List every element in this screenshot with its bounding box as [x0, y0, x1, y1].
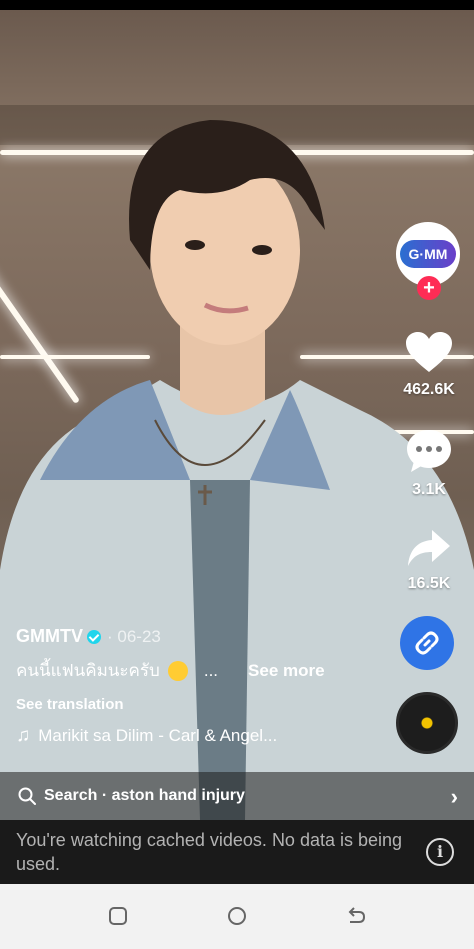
see-translation-link[interactable]: See translation	[16, 696, 386, 713]
music-row[interactable]: ♫ Marikit sa Dilim - Carl & Angel...	[16, 725, 386, 747]
avatar-logo: G·MM	[400, 240, 456, 268]
related-search-bar[interactable]: Search · aston hand injury ›	[0, 772, 474, 820]
share-action[interactable]: 16.5K	[394, 528, 464, 593]
comment-icon	[407, 430, 451, 472]
comment-action[interactable]: 3.1K	[394, 428, 464, 499]
like-action[interactable]: 462.6K	[394, 330, 464, 399]
comment-count: 3.1K	[412, 481, 446, 498]
author-name[interactable]: GMMTV	[16, 626, 83, 647]
share-count: 16.5K	[407, 575, 451, 592]
status-bar	[0, 0, 474, 10]
like-count: 462.6K	[403, 381, 455, 398]
post-date: · 06-23	[107, 626, 161, 646]
verified-icon	[87, 629, 101, 644]
home-icon[interactable]	[225, 904, 249, 928]
share-icon	[408, 530, 450, 566]
music-title: Marikit sa Dilim - Carl & Angel...	[38, 726, 278, 745]
search-icon	[18, 787, 36, 805]
link-icon	[415, 631, 439, 655]
heart-icon	[406, 332, 452, 372]
info-icon[interactable]: i	[426, 838, 454, 866]
description-text: คนนี้แฟนคิมนะครับ	[16, 661, 160, 680]
music-disc-icon[interactable]	[396, 692, 458, 754]
author-row: GMMTV · 06-23	[16, 626, 386, 647]
copy-link-button[interactable]	[400, 616, 454, 670]
video-caption: GMMTV · 06-23 คนนี้แฟนคิมนะครับ ... See …	[16, 626, 386, 747]
notice-text: You're watching cached videos. No data i…	[16, 830, 403, 874]
chevron-right-icon[interactable]: ›	[451, 784, 458, 810]
search-text: Search · aston hand injury	[44, 787, 245, 804]
description-row: คนนี้แฟนคิมนะครับ ... See more	[16, 657, 386, 684]
recents-icon[interactable]	[106, 904, 130, 928]
back-icon[interactable]	[344, 904, 368, 928]
creator-avatar[interactable]: G·MM +	[396, 222, 462, 300]
see-more-link[interactable]: See more	[248, 661, 325, 681]
description-ellipsis: ...	[203, 660, 219, 680]
music-note-icon: ♫	[16, 725, 31, 746]
follow-button[interactable]: +	[417, 276, 441, 300]
system-nav-bar	[0, 884, 474, 949]
kissing-emoji-icon	[167, 660, 188, 681]
cached-notice: You're watching cached videos. No data i…	[0, 820, 474, 884]
